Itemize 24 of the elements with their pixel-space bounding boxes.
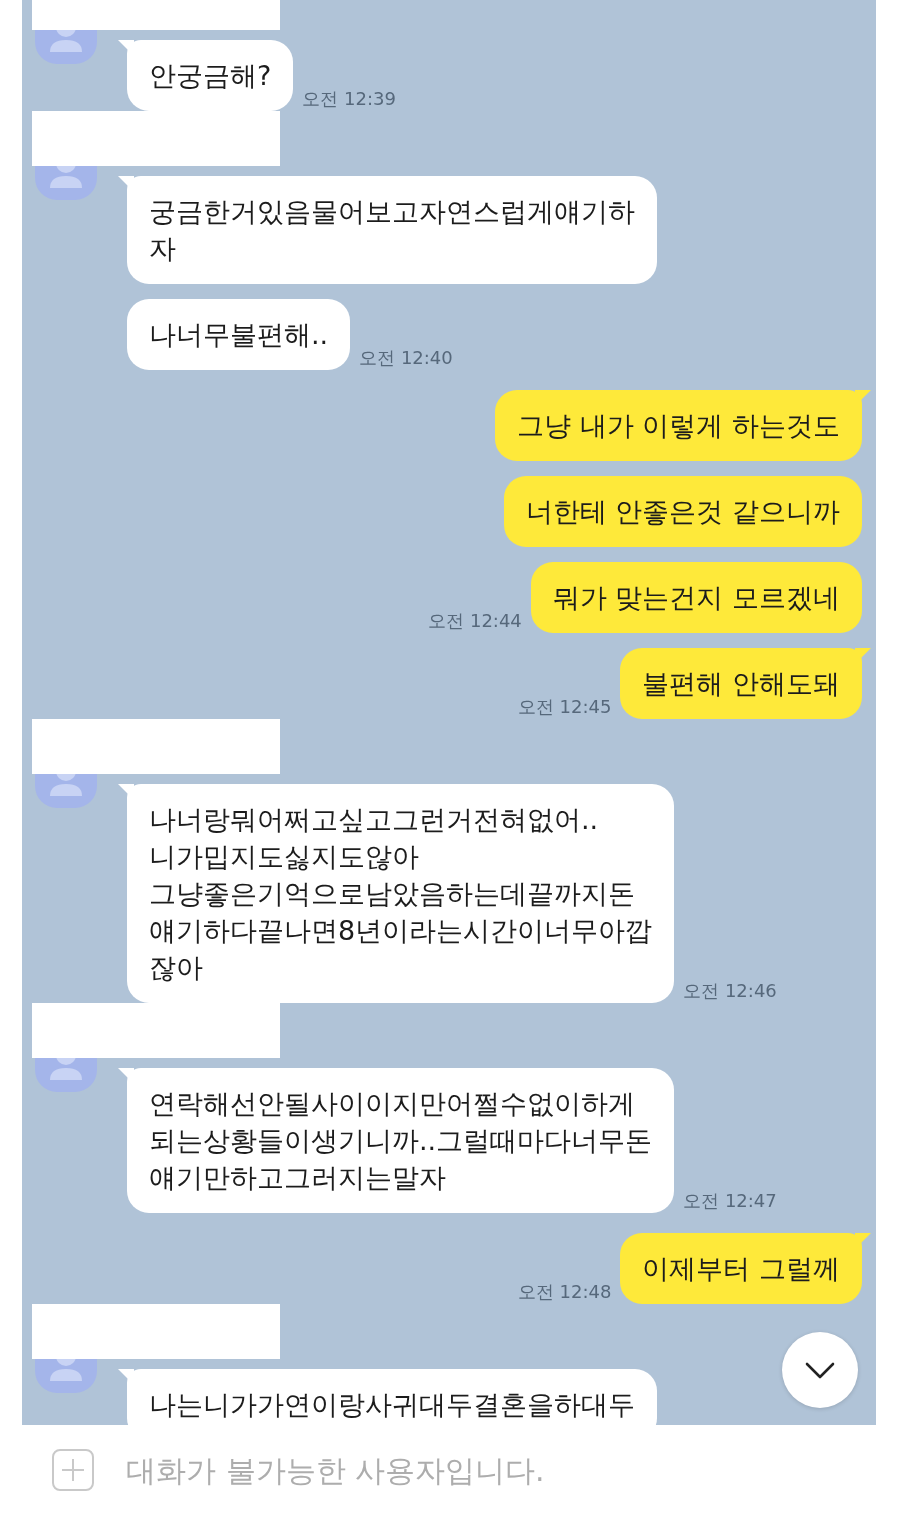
avatar-icon[interactable] xyxy=(35,1058,97,1092)
message-bubble: 나너랑뭐어쩌고싶고그런거전혀없어.. 니가밉지도싫지도않아 그냥좋은기억으로남았음하는데끝까지돈 얘기하다끝나면8년이라는시간이너무아깝 잖아 xyxy=(118,784,675,1003)
message-time: 오전 12:39 xyxy=(302,89,396,109)
message-time: 오전 12:45 xyxy=(517,697,612,717)
message-bubble: 너한테 안좋은것 같으니까 xyxy=(503,476,862,547)
message-bubble: 궁금한거있음물어보고자연스럽게얘기하 자 xyxy=(118,176,657,284)
avatar-icon[interactable] xyxy=(35,1359,97,1393)
message-bubble: 연락해선안될사이이지만어쩔수없이하게 되는상황들이생기니까..그럴때마다너무돈 얘기만하고그러지는말자 xyxy=(118,1068,675,1213)
message-time: 오전 12:47 xyxy=(683,1191,777,1211)
message-time: 오전 12:46 xyxy=(683,981,777,1001)
message-time: 오전 12:40 xyxy=(359,348,453,368)
message-bubble: 안궁금해? xyxy=(118,40,294,111)
avatar-icon[interactable] xyxy=(35,30,97,64)
message-bubble: 나너무불편해.. xyxy=(127,299,351,370)
chevron-down-icon xyxy=(805,1361,835,1379)
message-bubble: 뭐가 맞는건지 모르겠네 xyxy=(530,562,862,633)
message-bubble: 이제부터 그럴께 xyxy=(620,1233,871,1304)
avatar-icon[interactable] xyxy=(35,774,97,808)
scroll-down-button[interactable] xyxy=(782,1332,858,1408)
message-time: 오전 12:48 xyxy=(517,1282,612,1302)
message-time: 오전 12:44 xyxy=(428,611,522,631)
avatar-icon[interactable] xyxy=(35,166,97,200)
message-bubble: 그냥 내가 이렇게 하는것도 xyxy=(495,390,871,461)
message-bubble: 불편해 안해도돼 xyxy=(620,648,871,719)
